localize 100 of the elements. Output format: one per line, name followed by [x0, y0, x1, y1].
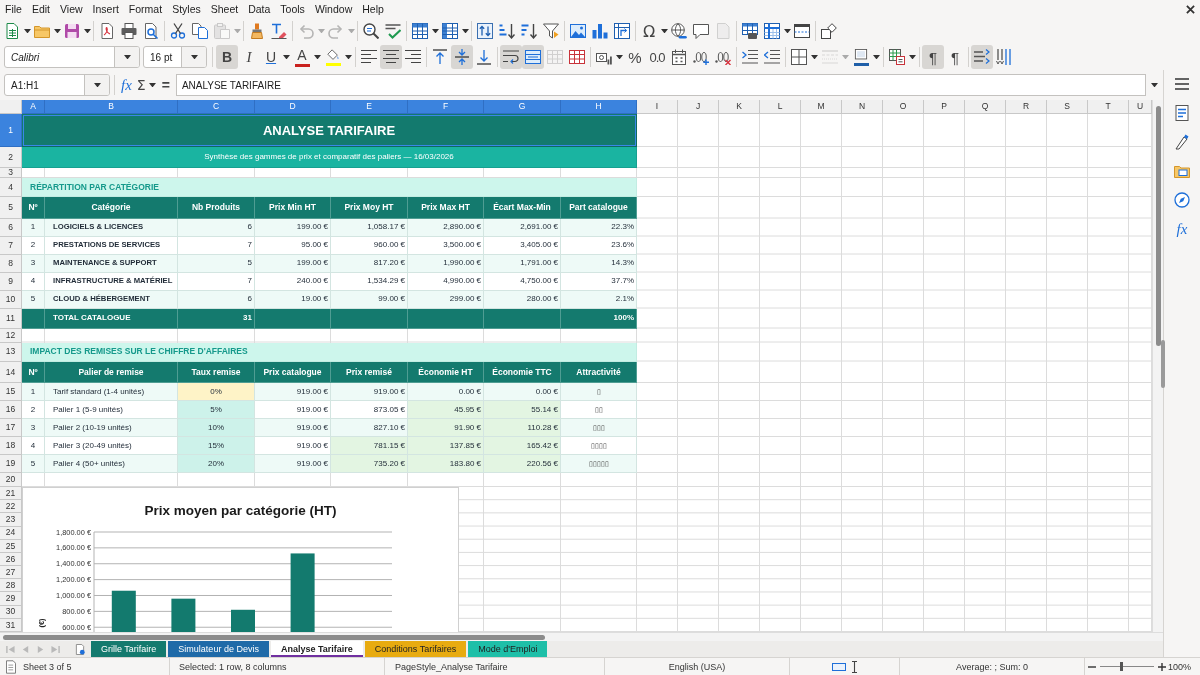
spelling-check-icon[interactable]	[385, 23, 401, 39]
column-header[interactable]: H	[561, 100, 637, 114]
caret-icon[interactable]	[1151, 82, 1158, 88]
comment-icon[interactable]	[693, 23, 709, 39]
font-name-field[interactable]: Calibri	[4, 46, 140, 68]
row-header[interactable]: 23	[0, 513, 22, 527]
pivot-table-icon[interactable]	[614, 23, 630, 39]
formula-button[interactable]: =	[161, 77, 170, 93]
menu-item[interactable]: Data	[243, 2, 276, 16]
menu-item[interactable]: Window	[309, 2, 358, 16]
italic-button[interactable]: I	[238, 45, 260, 69]
caret-icon[interactable]	[431, 28, 439, 34]
menu-item[interactable]: Styles	[167, 2, 206, 16]
sheet-tab[interactable]: Grille Tarifaire	[91, 641, 167, 657]
caret-icon[interactable]	[123, 54, 131, 60]
compass-icon[interactable]	[1174, 192, 1190, 208]
sheet-tab[interactable]: Analyse Tarifaire	[270, 641, 363, 657]
globe-link-icon[interactable]	[671, 23, 687, 39]
wrap-text-button[interactable]	[500, 45, 522, 69]
row-header[interactable]: 4	[0, 178, 22, 197]
table-rows-icon[interactable]	[412, 23, 428, 39]
styles-icon[interactable]	[1174, 134, 1190, 150]
caret-icon[interactable]	[873, 54, 880, 60]
caret-icon[interactable]	[314, 54, 321, 60]
filter-icon[interactable]	[543, 23, 559, 39]
caret-icon[interactable]	[783, 28, 791, 34]
sum-button[interactable]: Σ	[136, 77, 146, 93]
menu-icon[interactable]	[1174, 76, 1190, 92]
row-header[interactable]: 5	[0, 197, 22, 219]
copy-icon[interactable]	[192, 23, 208, 39]
column-header[interactable]: M	[801, 100, 842, 114]
bar-chart-icon[interactable]	[592, 23, 608, 39]
column-header[interactable]: E	[331, 100, 408, 114]
column-header[interactable]: J	[678, 100, 719, 114]
table-columns-icon[interactable]	[442, 23, 458, 39]
row-header[interactable]: 16	[0, 401, 22, 419]
standard-number-format-button[interactable]: 0.0	[646, 45, 668, 69]
underline-button[interactable]: U	[260, 45, 282, 69]
selection-mode-icon[interactable]	[831, 662, 846, 671]
column-header[interactable]: A	[22, 100, 45, 114]
row-header[interactable]: 17	[0, 419, 22, 437]
caret-icon[interactable]	[616, 54, 623, 60]
caret-icon[interactable]	[190, 54, 198, 60]
menu-item[interactable]: File	[0, 2, 27, 16]
split-window-icon[interactable]	[794, 23, 810, 39]
column-header[interactable]: N	[842, 100, 883, 114]
print-preview-icon[interactable]	[143, 23, 159, 39]
row-header[interactable]: 29	[0, 592, 22, 606]
zoom-out-icon[interactable]	[1087, 665, 1096, 668]
row-header[interactable]: 11	[0, 308, 22, 329]
caret-icon[interactable]	[148, 82, 156, 88]
column-header[interactable]: U	[1129, 100, 1152, 114]
functions-button[interactable]: fx	[1176, 221, 1188, 237]
text-direction-button[interactable]	[971, 45, 993, 69]
font-color-button[interactable]: A	[291, 45, 313, 69]
column-header[interactable]: S	[1047, 100, 1088, 114]
caret-icon[interactable]	[23, 28, 31, 34]
vertical-scrollbar[interactable]	[1152, 100, 1163, 632]
column-header[interactable]: I	[637, 100, 678, 114]
caret-icon[interactable]	[660, 28, 668, 34]
sheet-tab[interactable]: Mode d'Emploi	[468, 641, 548, 657]
zoom-in-icon[interactable]	[1157, 662, 1166, 671]
sort-ascending-icon[interactable]	[499, 23, 515, 39]
sort-descending-icon[interactable]	[521, 23, 537, 39]
column-header[interactable]: D	[255, 100, 331, 114]
row-header[interactable]: 21	[0, 487, 22, 501]
menu-item[interactable]: View	[55, 2, 88, 16]
slider-thumb[interactable]	[1119, 662, 1123, 671]
clear-formatting-icon[interactable]	[271, 23, 287, 39]
row-header[interactable]: 27	[0, 566, 22, 580]
bold-button[interactable]: B	[216, 45, 238, 69]
menu-item[interactable]: Format	[123, 2, 168, 16]
cut-icon[interactable]	[170, 23, 186, 39]
zoom-level[interactable]: 100%	[1168, 661, 1192, 672]
caret-icon[interactable]	[345, 54, 352, 60]
row-header[interactable]: 20	[0, 473, 22, 487]
row-header[interactable]: 19	[0, 455, 22, 473]
column-header[interactable]: L	[760, 100, 801, 114]
formula-input-field[interactable]: ANALYSE TARIFAIRE	[175, 74, 1146, 96]
column-header[interactable]: B	[45, 100, 178, 114]
caret-icon[interactable]	[811, 54, 818, 60]
menu-item[interactable]: Sheet	[205, 2, 244, 16]
paintbrush-icon[interactable]	[249, 23, 265, 39]
gallery-icon[interactable]	[1174, 163, 1190, 179]
font-size-field[interactable]: 16 pt	[143, 46, 207, 68]
special-character-button[interactable]: Ω	[642, 21, 656, 41]
properties-icon[interactable]	[1174, 105, 1190, 121]
close-icon[interactable]	[1186, 4, 1195, 14]
scrollbar-thumb[interactable]	[3, 635, 545, 640]
pdf-export-icon[interactable]	[99, 23, 115, 39]
caret-icon[interactable]	[461, 28, 469, 34]
right-to-left-button[interactable]: ¶	[944, 45, 966, 69]
caret-icon[interactable]	[53, 28, 61, 34]
row-header[interactable]: 28	[0, 579, 22, 593]
name-box-field[interactable]: A1:H1	[4, 74, 110, 96]
column-header[interactable]: R	[1006, 100, 1047, 114]
row-header[interactable]: 22	[0, 500, 22, 514]
row-header[interactable]: 18	[0, 437, 22, 455]
menu-item[interactable]: Help	[357, 2, 389, 16]
column-header[interactable]: F	[408, 100, 484, 114]
